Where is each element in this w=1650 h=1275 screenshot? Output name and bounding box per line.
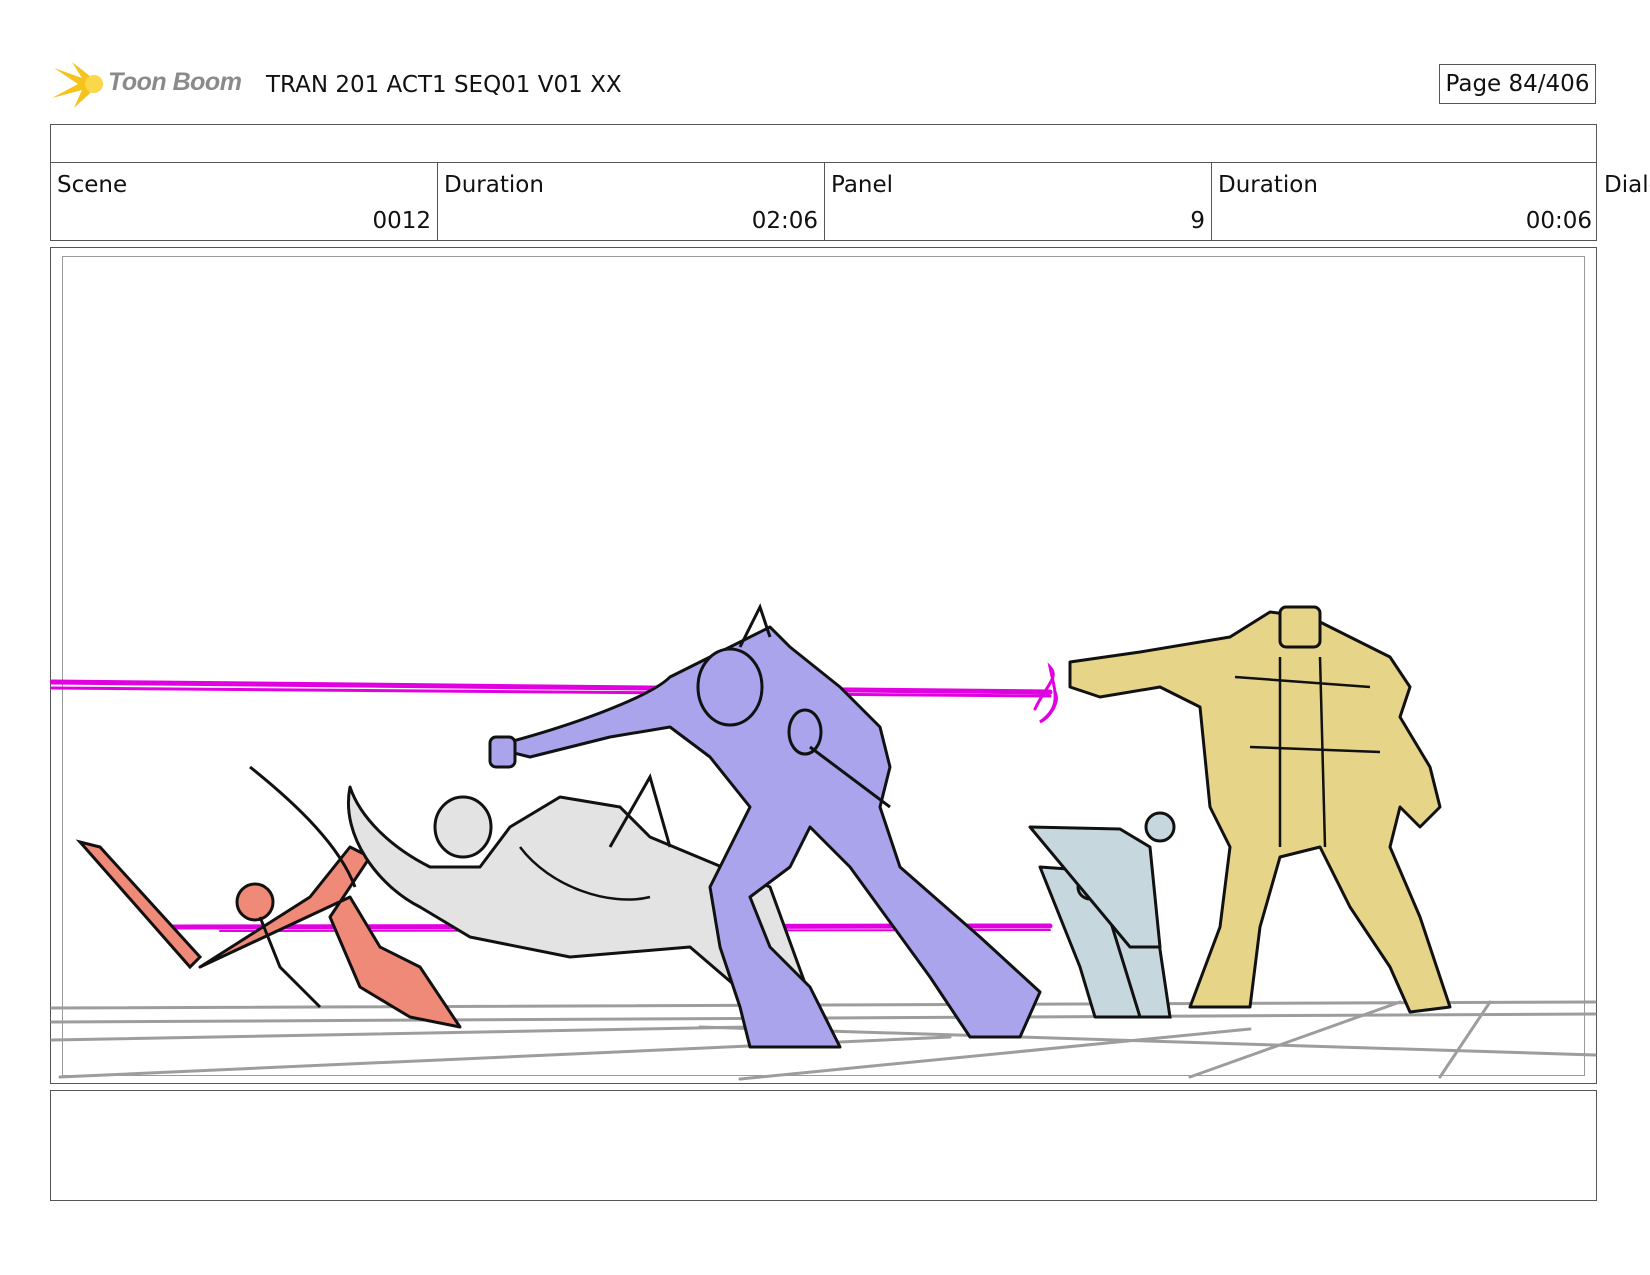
scene-cell: Scene 0012 [51,162,438,240]
panel-info-row: Scene 0012 Duration 02:06 Panel 9 Durati… [50,162,1597,241]
starburst-icon [52,62,103,108]
scene-duration-value: 02:06 [751,208,818,234]
panel-label: Panel [831,172,894,198]
logo-text: Toon Boom [108,68,242,96]
soldier-figures [1028,811,1176,1019]
panel-duration-label: Duration [1218,172,1318,198]
panel-duration-cell: Duration 00:06 [1212,162,1598,240]
panel-notes-box[interactable] [50,1090,1597,1201]
scene-duration-label: Duration [444,172,544,198]
panel-cell: Panel 9 [825,162,1212,240]
scene-value: 0012 [372,208,431,234]
page-number: 84/406 [1508,71,1590,97]
page-label: Page [1445,71,1502,97]
scene-duration-cell: Duration 02:06 [438,162,825,240]
storyboard-sketch [50,603,1597,1081]
page-indicator: Page 84/406 [1439,64,1596,104]
panel-value: 9 [1190,208,1205,234]
dialog-label: Dialo [1604,172,1650,198]
toon-boom-logo: Toon Boom [52,58,252,110]
scene-label: Scene [57,172,128,198]
panel-duration-value: 00:06 [1525,208,1592,234]
document-title: TRAN 201 ACT1 SEQ01 V01 XX [266,72,622,98]
header-strip [50,124,1597,163]
